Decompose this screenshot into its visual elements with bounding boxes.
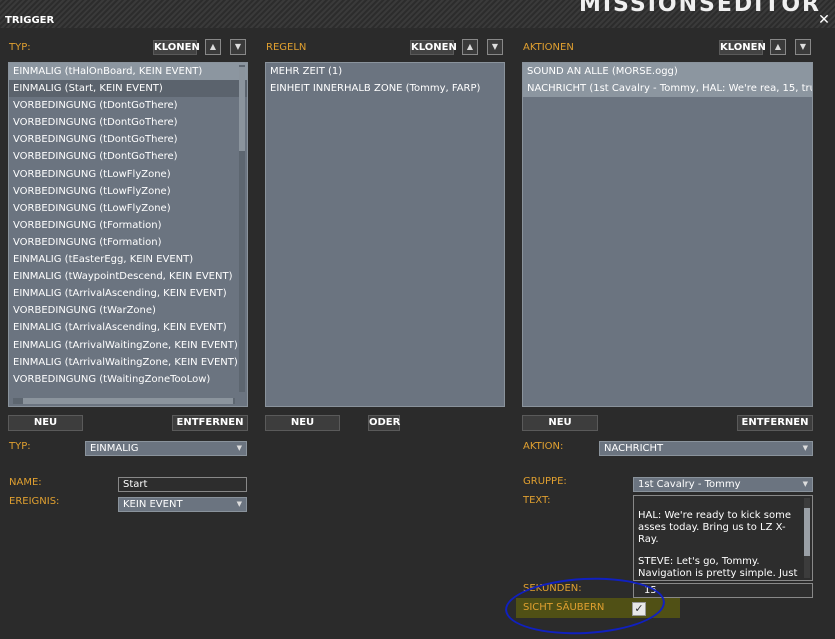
list-item[interactable]: VORBEDINGUNG (tLowFlyZone) <box>9 200 247 217</box>
action-type-value: NACHRICHT <box>604 443 664 454</box>
actions-list-label: AKTIONEN <box>523 42 574 53</box>
chevron-down-icon: ▼ <box>802 444 808 452</box>
list-item[interactable]: MEHR ZEIT (1) <box>266 63 504 80</box>
app-title: MISSIONSEDITOR <box>578 0 821 17</box>
actions-move-up-icon[interactable]: ▲ <box>770 39 786 55</box>
trigger-list-vscroll[interactable] <box>239 65 245 392</box>
type-move-down-icon[interactable]: ▼ <box>230 39 246 55</box>
action-new-button[interactable]: NEU <box>522 415 598 431</box>
group-value: 1st Cavalry - Tommy <box>638 479 741 490</box>
list-item[interactable]: VORBEDINGUNG (tLowFlyZone) <box>9 166 247 183</box>
message-paragraph: STEVE: Let's go, Tommy. Navigation is pr… <box>638 556 798 579</box>
list-item[interactable]: NACHRICHT (1st Cavalry - Tommy, HAL: We'… <box>523 80 812 98</box>
list-item[interactable]: EINMALIG (tArrivalAscending, KEIN EVENT) <box>9 285 247 302</box>
list-item[interactable]: EINMALIG (tWaypointDescend, KEIN EVENT) <box>9 268 247 285</box>
list-item[interactable]: EINHEIT INNERHALB ZONE (Tommy, FARP) <box>266 80 504 97</box>
rules-list[interactable]: MEHR ZEIT (1) EINHEIT INNERHALB ZONE (Tom… <box>265 62 505 407</box>
list-item[interactable]: VORBEDINGUNG (tLowFlyZone) <box>9 183 247 200</box>
trigger-event-dropdown[interactable]: KEIN EVENT ▼ <box>118 497 247 512</box>
trigger-event-value: KEIN EVENT <box>123 499 183 510</box>
close-icon[interactable]: ✕ <box>817 13 831 27</box>
list-item[interactable]: VORBEDINGUNG (tFormation) <box>9 234 247 251</box>
actions-move-down-icon[interactable]: ▼ <box>795 39 811 55</box>
type-list-label: TYP: <box>9 42 31 53</box>
trigger-type-label: TYP: <box>9 441 31 452</box>
rule-new-button[interactable]: NEU <box>265 415 340 431</box>
trigger-type-dropdown[interactable]: EINMALIG ▼ <box>85 441 247 456</box>
list-item[interactable]: VORBEDINGUNG (tFormation) <box>9 217 247 234</box>
trigger-list[interactable]: EINMALIG (tHalOnBoard, KEIN EVENT) EINMAL… <box>8 62 248 407</box>
list-item[interactable]: VORBEDINGUNG (tWarZone) <box>9 302 247 319</box>
list-item[interactable]: VORBEDINGUNG (tDontGoThere) <box>9 131 247 148</box>
rules-list-label: REGELN <box>266 42 307 53</box>
type-clone-button[interactable]: KLONEN <box>153 40 200 55</box>
action-type-label: AKTION: <box>523 441 564 452</box>
list-item[interactable]: EINMALIG (tArrivalWaitingZone, KEIN EVEN… <box>9 354 247 371</box>
group-dropdown[interactable]: 1st Cavalry - Tommy ▼ <box>633 477 813 492</box>
message-paragraph: HAL: We're ready to kick some asses toda… <box>638 510 791 545</box>
list-item[interactable]: EINMALIG (tArrivalAscending, KEIN EVENT) <box>9 319 247 336</box>
trigger-event-label: EREIGNIS: <box>9 496 60 507</box>
chevron-down-icon: ▼ <box>802 480 808 488</box>
message-scrollbar[interactable] <box>804 498 810 578</box>
trigger-remove-button[interactable]: ENTFERNEN <box>172 415 248 431</box>
list-item[interactable]: VORBEDINGUNG (tDontGoThere) <box>9 148 247 165</box>
action-type-dropdown[interactable]: NACHRICHT ▼ <box>599 441 813 456</box>
rule-or-button[interactable]: ODER <box>368 415 400 431</box>
window-title: TRIGGER <box>5 15 55 26</box>
trigger-name-input[interactable]: Start <box>118 477 247 492</box>
title-bar: MISSIONSEDITOR TRIGGER ✕ <box>0 0 835 28</box>
text-label: TEXT: <box>523 495 551 506</box>
trigger-new-button[interactable]: NEU <box>8 415 83 431</box>
list-item[interactable]: EINMALIG (Start, KEIN EVENT) <box>9 80 247 98</box>
list-item[interactable]: SOUND AN ALLE (MORSE.ogg) <box>523 63 812 81</box>
list-item[interactable]: EINMALIG (tHalOnBoard, KEIN EVENT) <box>9 63 247 81</box>
list-item[interactable]: VORBEDINGUNG (tWaitingZoneTooLow) <box>9 371 247 388</box>
trigger-name-label: NAME: <box>9 477 42 488</box>
group-label: GRUPPE: <box>523 476 567 487</box>
chevron-down-icon: ▼ <box>236 500 242 508</box>
list-item[interactable]: EINMALIG (tEasterEgg, KEIN EVENT) <box>9 251 247 268</box>
list-item[interactable]: VORBEDINGUNG (tDontGoThere) <box>9 97 247 114</box>
list-item[interactable]: EINMALIG (tArrivalWaitingZone, KEIN EVEN… <box>9 337 247 354</box>
rules-move-down-icon[interactable]: ▼ <box>487 39 503 55</box>
trigger-list-hscroll[interactable] <box>13 398 235 404</box>
rules-move-up-icon[interactable]: ▲ <box>462 39 478 55</box>
action-remove-button[interactable]: ENTFERNEN <box>737 415 813 431</box>
message-textarea[interactable]: HAL: We're ready to kick some asses toda… <box>633 495 813 581</box>
type-move-up-icon[interactable]: ▲ <box>205 39 221 55</box>
actions-clone-button[interactable]: KLONEN <box>719 40 766 55</box>
trigger-type-value: EINMALIG <box>90 443 139 454</box>
rules-clone-button[interactable]: KLONEN <box>410 40 457 55</box>
actions-list[interactable]: SOUND AN ALLE (MORSE.ogg) NACHRICHT (1st … <box>522 62 813 407</box>
chevron-down-icon: ▼ <box>236 444 242 452</box>
list-item[interactable]: VORBEDINGUNG (tDontGoThere) <box>9 114 247 131</box>
